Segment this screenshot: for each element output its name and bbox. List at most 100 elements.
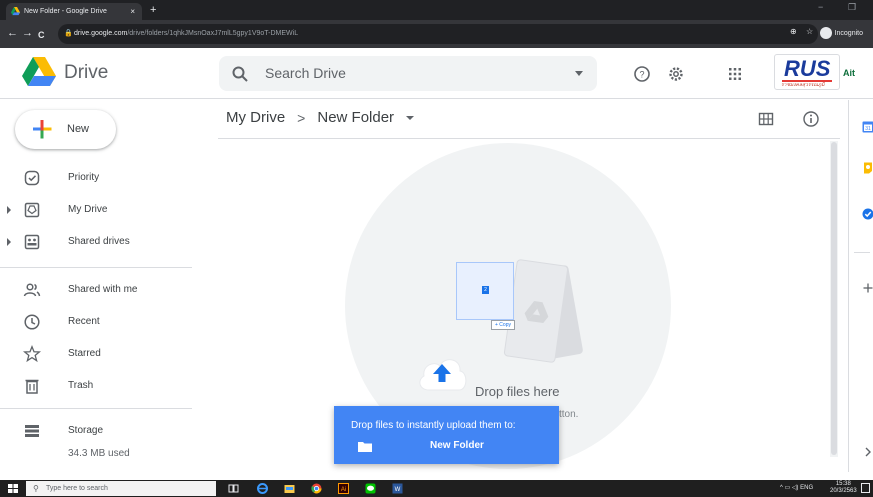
edge-browser-icon[interactable]: [257, 483, 268, 494]
sidebar-item-label: Priority: [68, 172, 100, 183]
clock-time: 15:38: [835, 481, 851, 487]
tab-close-icon[interactable]: ×: [130, 3, 135, 20]
back-icon[interactable]: ←: [7, 26, 18, 40]
header-divider: [218, 138, 840, 139]
tasks-icon[interactable]: [862, 208, 873, 220]
breadcrumb-root[interactable]: My Drive: [226, 109, 285, 126]
drive-header: Drive Search Drive ? RUS ราชมงคลสุวรรณภู…: [0, 48, 873, 99]
storage-used-text: 34.3 MB used: [68, 448, 130, 459]
svg-text:W: W: [395, 487, 401, 493]
svg-text:?: ?: [639, 70, 644, 80]
minimize-icon[interactable]: −: [818, 2, 823, 12]
drag-count-badge: 2: [482, 286, 489, 294]
shared-with-me-icon: [23, 283, 41, 297]
sidebar-item-shared-drives[interactable]: Shared drives: [0, 228, 200, 256]
word-icon[interactable]: W: [392, 483, 403, 494]
search-options-icon[interactable]: [575, 71, 583, 76]
settings-gear-icon[interactable]: [667, 65, 685, 83]
incognito-indicator[interactable]: Incognito: [819, 27, 863, 39]
file-explorer-icon[interactable]: [284, 483, 295, 494]
upload-cloud-icon: [419, 359, 467, 391]
windows-start-icon[interactable]: [0, 480, 26, 497]
incognito-label: Incognito: [834, 29, 863, 37]
forward-icon[interactable]: →: [22, 26, 33, 40]
drag-file-preview: 2: [456, 262, 514, 320]
url-bar[interactable]: 🔒 drive.google.com/drive/folders/1qhkJMs…: [58, 24, 818, 44]
sidebar-item-trash[interactable]: Trash: [0, 372, 200, 400]
sidebar-item-label: Starred: [68, 348, 101, 359]
recent-icon: [24, 314, 40, 330]
os-taskbar: ⚲ Type here to search Ai W ^ ▭ ◁) ENG 15…: [0, 480, 873, 497]
clock-date: 20/3/2563: [830, 488, 857, 494]
rus-tagline: ราชมงคลสุวรรณภูมิ: [781, 82, 825, 88]
storage-icon: [25, 425, 39, 437]
keep-icon[interactable]: [862, 162, 873, 174]
taskbar-clock[interactable]: 15:38 20/3/2563: [830, 481, 857, 495]
lock-icon: 🔒: [64, 30, 73, 37]
folder-icon: [358, 442, 372, 452]
sidebar-item-label: Shared with me: [68, 284, 138, 295]
sidebar-item-shared-with-me[interactable]: Shared with me: [0, 276, 200, 304]
organization-logo[interactable]: RUS ราชมงคลสุวรรณภูมิ: [774, 54, 840, 90]
new-tab-button[interactable]: +: [150, 3, 156, 17]
product-name[interactable]: Drive: [64, 62, 108, 84]
account-avatar[interactable]: Ait: [843, 68, 855, 78]
my-drive-icon: [24, 202, 40, 218]
task-view-icon[interactable]: [228, 483, 239, 494]
trash-icon: [25, 379, 39, 394]
illustrator-icon[interactable]: Ai: [338, 483, 349, 494]
restore-icon[interactable]: ❐: [848, 2, 856, 13]
zoom-icon[interactable]: ⊕: [790, 27, 797, 36]
search-placeholder: Search Drive: [265, 65, 346, 81]
scrollbar-thumb[interactable]: [831, 142, 837, 455]
rus-logo-text: RUS: [784, 56, 831, 81]
expand-caret-icon[interactable]: [7, 238, 11, 246]
sidebar-divider: [0, 267, 192, 268]
sidebar-item-recent[interactable]: Recent: [0, 308, 200, 336]
taskbar-search-input[interactable]: ⚲ Type here to search: [26, 481, 216, 496]
url-host: drive.google.com: [74, 30, 128, 37]
sidebar: New Priority My Drive Shared drives Shar…: [0, 100, 200, 472]
drive-favicon-icon: [11, 7, 20, 16]
chrome-icon[interactable]: [311, 483, 322, 494]
sidebar-item-label: My Drive: [68, 204, 108, 215]
copy-indicator: + Copy: [491, 320, 515, 330]
help-icon[interactable]: ?: [633, 65, 651, 83]
apps-grid-icon[interactable]: [726, 65, 744, 83]
tab-title: New Folder - Google Drive: [24, 8, 107, 15]
grid-view-icon[interactable]: [757, 110, 775, 128]
notification-center-icon[interactable]: [861, 483, 870, 493]
address-bar-row: ← → C 🔒 drive.google.com/drive/folders/1…: [0, 20, 873, 48]
folder-menu-caret-icon[interactable]: [406, 115, 415, 120]
new-button[interactable]: New: [15, 110, 116, 149]
expand-caret-icon[interactable]: [7, 206, 11, 214]
sidebar-item-priority[interactable]: Priority: [0, 164, 200, 192]
drive-logo-icon[interactable]: [22, 57, 56, 87]
sidebar-item-my-drive[interactable]: My Drive: [0, 196, 200, 224]
priority-icon: [24, 170, 40, 186]
drive-watermark-icon: [524, 301, 549, 323]
side-panel-divider: [854, 252, 870, 253]
drop-files-text: Drop files here: [475, 384, 560, 399]
calendar-icon[interactable]: 31: [862, 121, 873, 133]
taskbar-search-placeholder: Type here to search: [46, 485, 108, 492]
tray-language[interactable]: ENG: [800, 485, 813, 491]
toast-folder-name: New Folder: [430, 440, 484, 451]
sidebar-item-label: Trash: [68, 380, 94, 391]
search-icon[interactable]: [231, 65, 249, 83]
system-tray[interactable]: ^ ▭ ◁) ENG: [780, 484, 813, 491]
info-icon[interactable]: [802, 110, 820, 128]
sidebar-item-storage[interactable]: Storage: [0, 417, 200, 445]
incognito-icon: [819, 27, 832, 39]
drop-subtext: tton.: [559, 409, 579, 420]
add-addon-icon[interactable]: [862, 282, 873, 294]
expand-panel-chevron-icon[interactable]: [862, 446, 873, 458]
star-icon: [23, 345, 41, 363]
bookmark-star-icon[interactable]: ☆: [806, 27, 813, 36]
browser-tab[interactable]: New Folder - Google Drive ×: [6, 3, 142, 20]
reload-icon[interactable]: C: [38, 28, 45, 42]
search-input[interactable]: Search Drive: [219, 56, 597, 91]
sidebar-item-starred[interactable]: Starred: [0, 340, 200, 368]
line-chat-icon[interactable]: [365, 483, 376, 494]
breadcrumb-current[interactable]: New Folder: [317, 109, 394, 126]
